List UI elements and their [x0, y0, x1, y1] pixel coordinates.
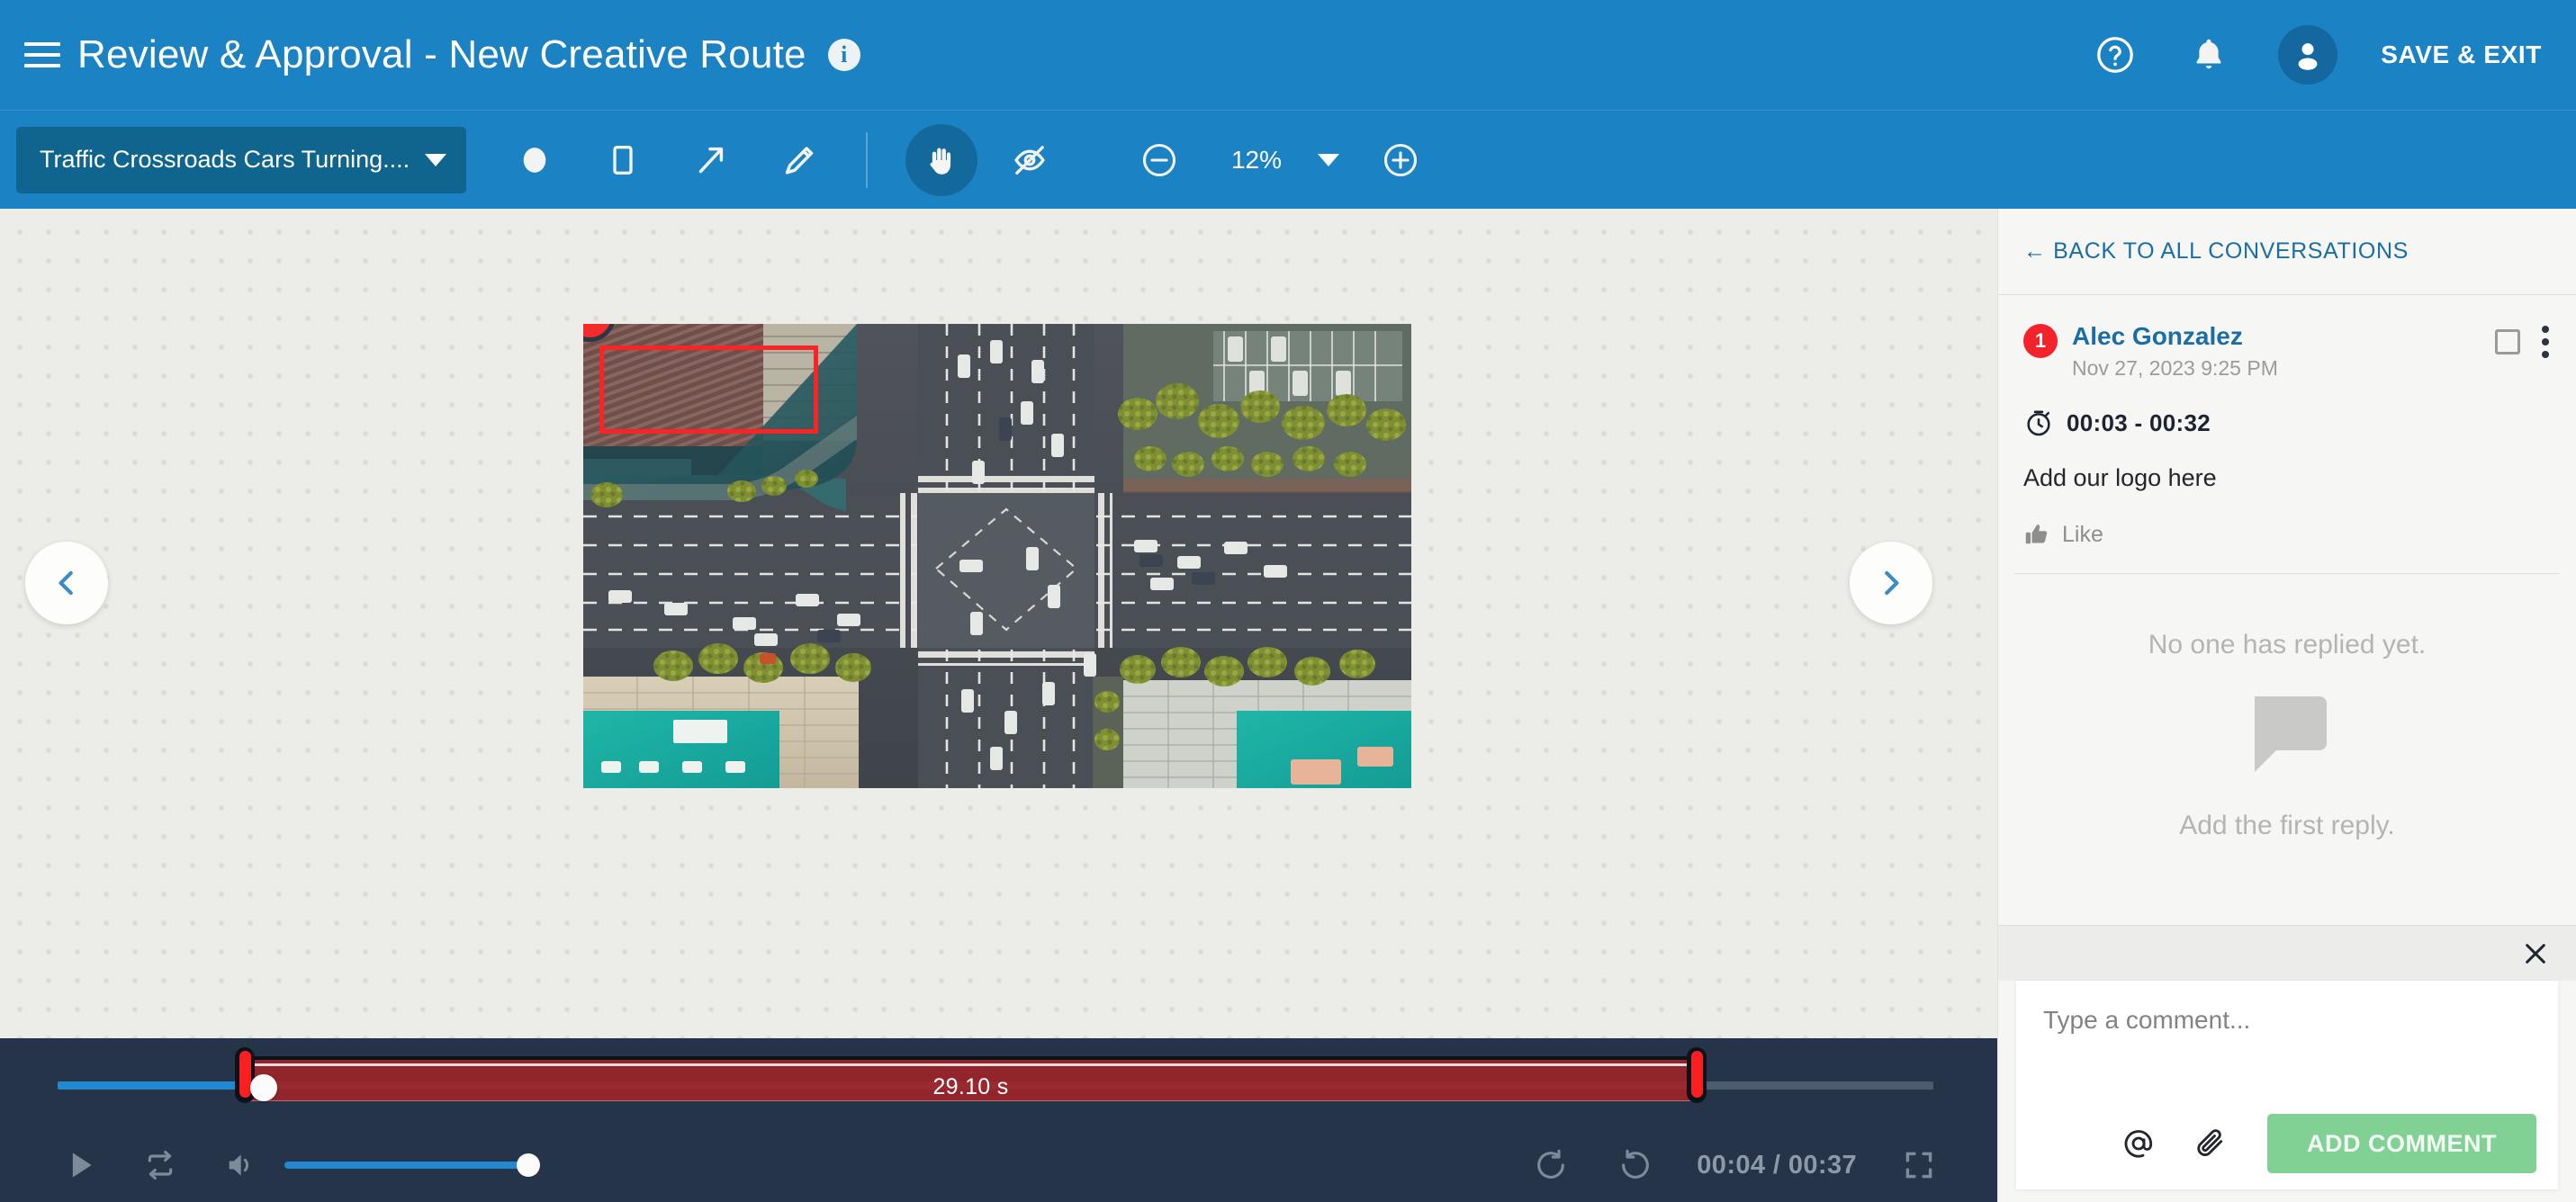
conversation-thread: 1 Alec Gonzalez Nov 27, 2023 9:25 PM 00:… [1998, 295, 2576, 925]
eye-off-icon[interactable] [994, 124, 1066, 196]
loop-icon [148, 1150, 173, 1180]
fullscreen-icon [1905, 1152, 1932, 1179]
aerial-intersection-image [583, 324, 1411, 788]
chevron-right-icon [1885, 570, 1899, 596]
kebab-menu-icon[interactable] [2542, 326, 2551, 358]
ellipse-tool[interactable] [499, 124, 571, 196]
composer-actions: ADD COMMENT [2016, 1114, 2558, 1189]
arrow-tool[interactable] [675, 124, 747, 196]
comment-timestamp: Nov 27, 2023 9:25 PM [2072, 356, 2278, 380]
next-asset-button[interactable] [1850, 542, 1932, 624]
chevron-down-icon [425, 153, 446, 166]
pencil-tool[interactable] [763, 124, 835, 196]
rewind-button[interactable] [1526, 1140, 1576, 1190]
like-label: Like [2062, 521, 2103, 547]
comment-author-name[interactable]: Alec Gonzalez [2072, 322, 2495, 351]
loop-button[interactable] [135, 1140, 185, 1190]
save-and-exit-button[interactable]: SAVE & EXIT [2381, 40, 2542, 69]
forward-button[interactable] [1610, 1140, 1661, 1190]
video-frame[interactable]: 1 [583, 324, 1411, 788]
zoom-dropdown-icon[interactable] [1318, 153, 1339, 166]
help-circle-icon[interactable] [2087, 27, 2143, 83]
asset-selector-label: Traffic Crossroads Cars Turning.... [40, 146, 410, 173]
zoom-level-value: 12% [1230, 145, 1283, 174]
page-title: Review & Approval - New Creative Route [77, 32, 806, 76]
media-canvas[interactable]: 1 [0, 209, 1997, 1038]
app-header: Review & Approval - New Creative Route i… [0, 0, 2576, 110]
volume-button[interactable] [216, 1141, 265, 1189]
volume-slider[interactable] [284, 1153, 540, 1177]
conversation-sidebar: ← BACK TO ALL CONVERSATIONS 1 Alec Gonza… [1997, 209, 2576, 1202]
comment-header-actions [2495, 322, 2551, 358]
bell-icon[interactable] [2181, 27, 2237, 83]
volume-icon [229, 1154, 249, 1176]
timeline[interactable]: 29.10 s [0, 1038, 1997, 1128]
playhead-scrubber[interactable] [250, 1074, 277, 1101]
rectangle-tool[interactable] [587, 124, 659, 196]
comment-number-badge: 1 [2023, 324, 2058, 358]
pan-tool[interactable] [905, 123, 977, 196]
info-icon[interactable]: i [827, 39, 860, 71]
comment-composer: ADD COMMENT [2016, 981, 2558, 1189]
annotation-toolbar: Traffic Crossroads Cars Turning.... 12% [0, 110, 2576, 209]
comment-body-text: Add our logo here [2023, 464, 2217, 491]
empty-replies-title: No one has replied yet. [2148, 630, 2427, 660]
toolbar-divider [866, 131, 868, 188]
asset-selector[interactable]: Traffic Crossroads Cars Turning.... [16, 126, 466, 193]
play-button[interactable] [56, 1140, 106, 1190]
comment-header: 1 Alec Gonzalez Nov 27, 2023 9:25 PM [1998, 295, 2576, 381]
comment-author-block: Alec Gonzalez Nov 27, 2023 9:25 PM [2072, 322, 2495, 381]
play-icon [72, 1153, 92, 1178]
empty-replies-state: No one has replied yet. Add the first re… [1998, 574, 2576, 841]
comment-timecode: 00:03 - 00:32 [2067, 408, 2211, 436]
forward-10-icon [1622, 1149, 1650, 1179]
region-duration-label: 29.10 s [932, 1074, 1009, 1099]
region-end-handle[interactable] [1687, 1047, 1707, 1103]
speech-bubble-icon [2247, 693, 2327, 780]
like-button[interactable]: Like [1998, 494, 2576, 573]
review-approval-app: Review & Approval - New Creative Route i… [0, 0, 2576, 1202]
fullscreen-button[interactable] [1896, 1143, 1941, 1188]
time-display: 00:04 / 00:37 [1697, 1150, 1857, 1180]
volume-slider-knob[interactable] [517, 1153, 540, 1177]
menu-icon[interactable] [22, 34, 63, 76]
chevron-left-icon [59, 570, 73, 596]
zoom-controls: 12% [1091, 124, 1437, 196]
player-controls: 00:04 / 00:37 [0, 1128, 1997, 1202]
comment-timecode-row: 00:03 - 00:32 [1998, 381, 2576, 438]
video-player-bar: 29.10 s 00:04 / 00:37 [0, 1038, 1997, 1202]
stopwatch-icon [2027, 410, 2050, 436]
empty-replies-subtitle: Add the first reply. [2179, 811, 2395, 841]
avatar[interactable] [2278, 25, 2338, 85]
close-icon[interactable] [2517, 935, 2554, 973]
at-sign-icon[interactable] [2118, 1123, 2159, 1164]
thumbs-up-icon [2025, 525, 2048, 544]
zoom-in-button[interactable] [1365, 124, 1437, 196]
previous-asset-button[interactable] [25, 542, 108, 624]
back-to-all-conversations-button[interactable]: ← BACK TO ALL CONVERSATIONS [1998, 209, 2576, 295]
back-to-all-conversations-label: ← BACK TO ALL CONVERSATIONS [2023, 238, 2409, 264]
comment-input[interactable] [2016, 981, 2558, 1114]
zoom-out-button[interactable] [1123, 124, 1195, 196]
checkbox-icon[interactable] [2495, 329, 2520, 354]
add-comment-button[interactable]: ADD COMMENT [2267, 1114, 2536, 1173]
comment-time-region[interactable]: 29.10 s [235, 1047, 1707, 1103]
rewind-10-icon [1537, 1149, 1565, 1179]
composer-top-bar [1998, 925, 2576, 981]
paperclip-icon[interactable] [2190, 1123, 2231, 1164]
